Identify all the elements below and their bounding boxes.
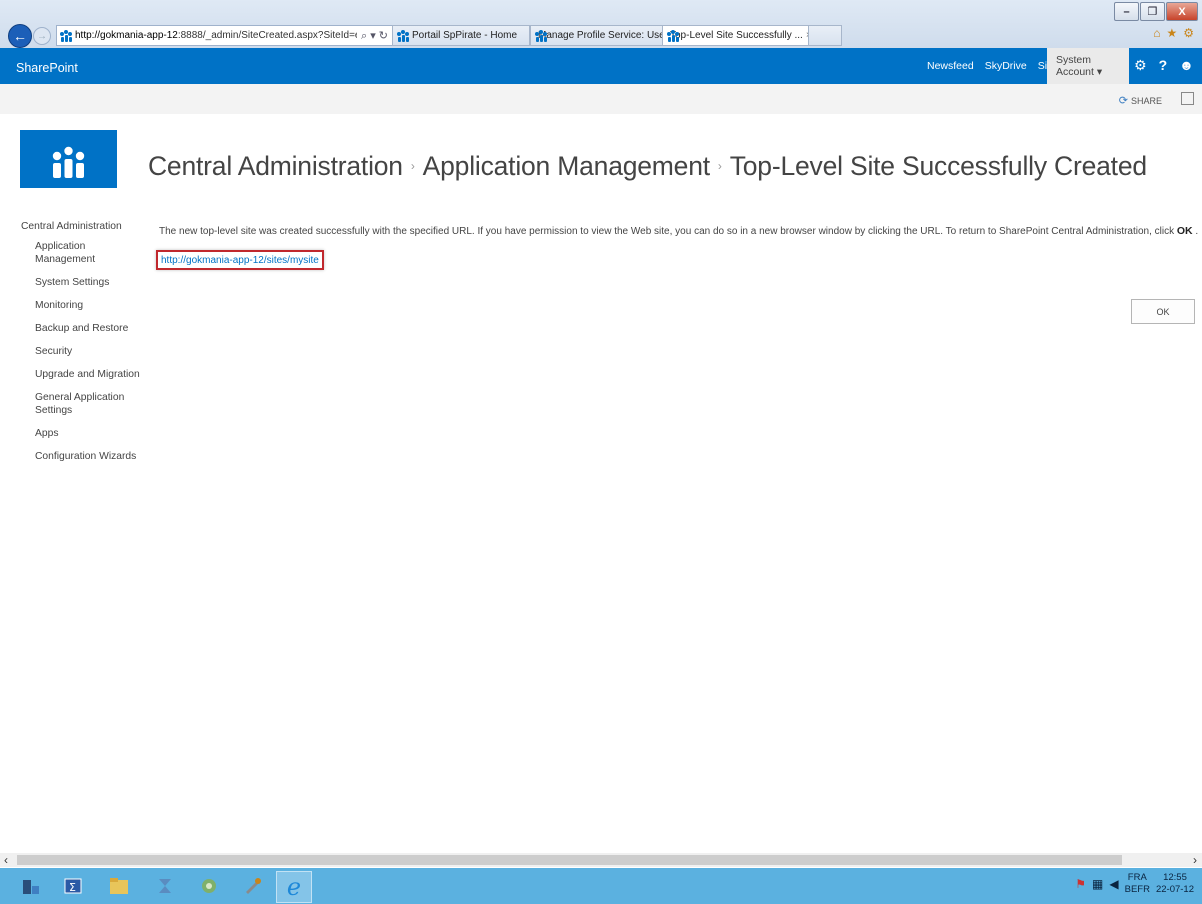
share-icon: ⟳ <box>1118 95 1128 107</box>
network-icon[interactable]: ▦ <box>1092 877 1103 891</box>
address-bar[interactable]: http://gokmania-app-12:8888/_admin/SiteC… <box>56 25 393 46</box>
deployment-tool-icon[interactable] <box>152 873 178 899</box>
restore-button[interactable]: ❐ <box>1140 2 1165 21</box>
browser-toolbar-icons: ⌂ ★ ⚙ <box>1153 26 1194 40</box>
quicklaunch-item-monitoring[interactable]: Monitoring <box>35 299 143 312</box>
flag-icon[interactable]: ⚑ <box>1075 877 1086 891</box>
site-link-text: http://gokmania-app-12/sites/mysite <box>161 254 319 266</box>
address-tools: ⌕ ▾ ↻ <box>360 29 388 42</box>
server-manager-icon[interactable] <box>18 873 44 899</box>
message-text: The new top-level site was created succe… <box>159 226 1175 237</box>
back-arrow-icon: ← <box>13 28 27 44</box>
ok-button[interactable]: OK <box>1131 299 1195 324</box>
profile-smiley-icon[interactable]: ☻ <box>1179 57 1194 74</box>
help-icon[interactable]: ? <box>1159 57 1168 74</box>
clock[interactable]: 12:55 22-07-12 <box>1156 872 1194 896</box>
message-end: . <box>1195 226 1199 237</box>
share-button[interactable]: ⟳ SHARE <box>1119 94 1162 107</box>
account-menu[interactable]: System Account ▾ <box>1047 48 1129 84</box>
new-site-url-link[interactable]: http://gokmania-app-12/sites/mysite <box>156 250 324 270</box>
tab-label: Manage Profile Service: User Pr... <box>538 30 669 41</box>
file-explorer-icon[interactable] <box>106 873 132 899</box>
breadcrumb-central-administration[interactable]: Central Administration <box>148 151 403 181</box>
minimize-button[interactable]: – <box>1114 2 1139 21</box>
scroll-left-icon[interactable]: ‹ <box>4 853 8 867</box>
admin-tools-icon[interactable] <box>240 873 266 899</box>
new-tab-button[interactable] <box>808 25 842 46</box>
scrollbar-thumb[interactable] <box>17 855 1122 865</box>
network-config-icon[interactable] <box>196 873 222 899</box>
suite-bar: SharePoint Newsfeed SkyDrive Sites Syste… <box>0 48 1202 84</box>
breadcrumb-separator-icon: › <box>717 159 722 173</box>
sharepoint-favicon-icon <box>397 29 409 42</box>
quicklaunch-root-central-administration[interactable]: Central Administration <box>21 221 143 232</box>
suite-icons: ⚙ ? ☻ <box>1134 57 1194 74</box>
search-icon[interactable]: ⌕ <box>361 30 367 42</box>
home-icon[interactable]: ⌂ <box>1153 26 1160 40</box>
page-title: Central Administration › Application Manag… <box>148 151 1147 182</box>
back-button[interactable]: ← <box>8 24 32 48</box>
forward-arrow-icon: → <box>37 30 47 42</box>
quicklaunch-item-application-management[interactable]: Application Management <box>35 240 115 266</box>
favorites-star-icon[interactable]: ★ <box>1166 26 1177 40</box>
suite-links: Newsfeed SkyDrive Sites <box>927 60 1061 72</box>
volume-icon[interactable]: ◀ <box>1109 877 1118 891</box>
breadcrumb-current-page: Top-Level Site Successfully Created <box>729 151 1147 181</box>
ribbon: ⟳ SHARE <box>0 84 1202 114</box>
success-message: The new top-level site was created succe… <box>159 225 1198 237</box>
forward-button[interactable]: → <box>33 27 51 45</box>
tools-gear-icon[interactable]: ⚙ <box>1183 26 1194 40</box>
settings-gear-icon[interactable]: ⚙ <box>1134 57 1147 74</box>
quicklaunch-item-configuration-wizards[interactable]: Configuration Wizards <box>35 450 143 463</box>
taskbar: Σ e ⚑ ▦ ◀ FRA BEFR 12:55 22-07-12 <box>0 868 1202 904</box>
system-tray: ⚑ ▦ ◀ FRA BEFR 12:55 22-07-12 <box>1075 872 1194 896</box>
scroll-right-icon[interactable]: › <box>1193 853 1197 867</box>
focus-content-icon[interactable] <box>1181 92 1194 105</box>
share-label: SHARE <box>1130 95 1162 106</box>
internet-explorer-icon[interactable]: e <box>276 871 312 903</box>
svg-text:Σ: Σ <box>69 881 76 894</box>
breadcrumb-separator-icon: › <box>410 159 415 173</box>
powershell-icon[interactable]: Σ <box>60 873 86 899</box>
refresh-icon[interactable]: ↻ <box>379 30 388 42</box>
quicklaunch-item-security[interactable]: Security <box>35 345 143 358</box>
address-url: http://gokmania-app-12:8888/_admin/SiteC… <box>75 30 357 41</box>
quicklaunch-item-upgrade-and-migration[interactable]: Upgrade and Migration <box>35 368 143 381</box>
window-controls: – ❐ X <box>1114 2 1198 21</box>
sharepoint-brand[interactable]: SharePoint <box>16 61 78 75</box>
newsfeed-link[interactable]: Newsfeed <box>927 60 974 72</box>
tab-top-level-site[interactable]: Top-Level Site Successfully ... × <box>662 25 816 46</box>
input-language[interactable]: FRA BEFR <box>1125 872 1150 896</box>
message-ok-emphasis: OK <box>1176 225 1193 237</box>
sharepoint-favicon-icon <box>60 29 72 42</box>
breadcrumb-application-management[interactable]: Application Management <box>423 151 710 181</box>
tab-label: Portail SpPirate - Home <box>412 30 518 41</box>
quicklaunch-item-backup-and-restore[interactable]: Backup and Restore <box>35 322 143 335</box>
quicklaunch-item-general-application-settings[interactable]: General Application Settings <box>35 391 135 417</box>
quicklaunch-item-system-settings[interactable]: System Settings <box>35 276 143 289</box>
tab-portail-home[interactable]: Portail SpPirate - Home <box>392 25 530 46</box>
close-window-button[interactable]: X <box>1166 2 1198 21</box>
horizontal-scrollbar[interactable]: ‹ › <box>0 853 1202 867</box>
quick-launch: Central Administration Application Manag… <box>21 221 143 473</box>
quicklaunch-item-apps[interactable]: Apps <box>35 427 143 440</box>
site-logo[interactable] <box>20 130 117 188</box>
tab-label: Top-Level Site Successfully ... <box>670 30 803 41</box>
sharepoint-people-icon <box>52 146 85 178</box>
tab-manage-profile[interactable]: Manage Profile Service: User Pr... <box>530 25 670 46</box>
skydrive-link[interactable]: SkyDrive <box>985 60 1027 72</box>
browser-chrome: – ❐ X ← → http://gokmania-app-12:8888/_a… <box>0 0 1202 48</box>
